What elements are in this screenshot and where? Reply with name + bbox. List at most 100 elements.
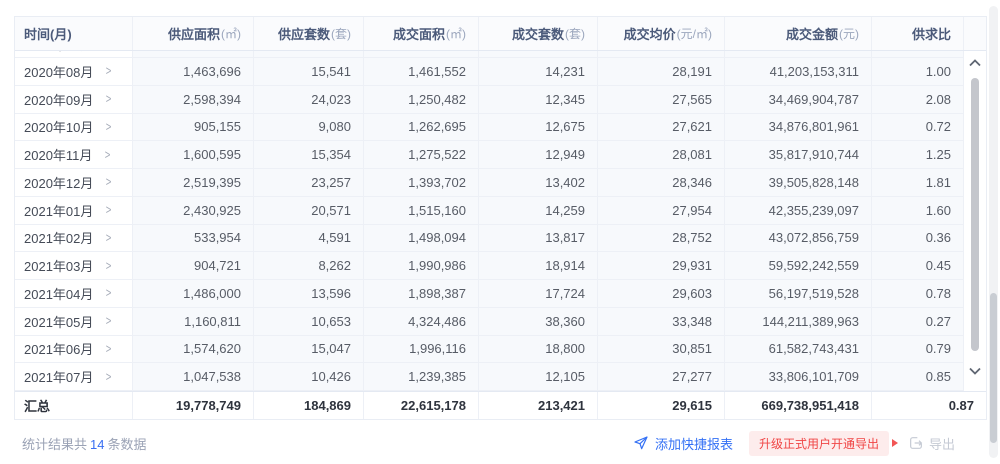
summary-label: 汇总 (15, 392, 133, 419)
month-cell[interactable]: 2020年11月> (15, 141, 133, 168)
value-cell: 39,505,828,148 (725, 169, 872, 196)
table-row[interactable]: 2020年12月>2,519,39523,2571,393,70213,4022… (15, 169, 964, 197)
chevron-down-icon[interactable] (964, 363, 986, 379)
value-cell: 33,806,101,709 (725, 363, 872, 390)
month-cell[interactable]: 2020年07月> (15, 51, 133, 58)
value-cell: 43,072,856,759 (725, 225, 872, 252)
column-header-unit: (㎡) (446, 25, 466, 42)
table-row[interactable]: 2021年03月>904,7218,2621,990,98618,91429,9… (15, 252, 964, 280)
table-row[interactable]: 2021年06月>1,574,62015,0471,996,11618,8003… (15, 336, 964, 364)
month-label: 2021年04月 (24, 284, 93, 303)
chevron-right-icon[interactable]: > (106, 231, 112, 246)
chevron-right-icon[interactable]: > (106, 120, 112, 135)
value-cell: 28,191 (598, 58, 725, 85)
chevron-right-icon[interactable]: > (105, 147, 111, 162)
table-row[interactable]: 2021年02月>533,9544,5911,498,09413,81728,7… (15, 225, 964, 253)
value-cell: 1,498,094 (364, 225, 479, 252)
chevron-right-icon[interactable]: > (106, 64, 112, 79)
chevron-right-icon[interactable]: > (106, 314, 112, 329)
value-cell: 2,519,395 (133, 169, 254, 196)
value-cell: 13,817 (479, 225, 598, 252)
table-row[interactable]: 2020年07月>, ,,, ,,,, , , (15, 51, 964, 58)
table-row[interactable]: 2021年05月>1,160,81110,6534,324,48638,3603… (15, 308, 964, 336)
quick-report-label: 添加快捷报表 (655, 434, 733, 453)
chevron-right-icon[interactable]: > (106, 342, 112, 357)
value-cell: 1.60 (872, 197, 964, 224)
value-cell: 27,621 (598, 114, 725, 141)
chevron-right-icon[interactable]: > (106, 51, 112, 52)
month-cell[interactable]: 2020年12月 > (15, 169, 133, 196)
value-cell: 14,231 (479, 58, 598, 85)
chevron-up-icon[interactable] (964, 55, 986, 71)
value-cell: , (254, 51, 364, 58)
column-header-label: 供求比 (912, 24, 951, 43)
value-cell: 1,486,000 (133, 280, 254, 307)
footer-actions: 添加快捷报表 升级正式用户开通导出 导出 (633, 431, 987, 456)
month-cell[interactable]: 2021年05月> (15, 308, 133, 335)
table-row[interactable]: 2021年07月>1,047,53810,4261,239,38512,1052… (15, 363, 964, 391)
table-row[interactable]: 2021年01月>2,430,92520,5711,515,16014,2592… (15, 197, 964, 225)
month-cell[interactable]: 2021年02月> (15, 225, 133, 252)
column-header-unit: (元) (839, 25, 859, 42)
send-icon (633, 435, 649, 451)
value-cell: 35,817,910,744 (725, 141, 872, 168)
value-cell: 1,600,595 (133, 141, 254, 168)
month-cell[interactable]: 2021年06月 > (15, 336, 133, 363)
table-scrollbar[interactable] (964, 51, 986, 391)
value-cell: 12,675 (479, 114, 598, 141)
stats-count-text: 统计结果共14条数据 (14, 434, 147, 453)
value-cell: 0.36 (872, 225, 964, 252)
column-header-deal-units: 成交套数(套) (479, 17, 598, 50)
chevron-right-icon[interactable]: > (106, 92, 112, 107)
table-row[interactable]: 2020年09月>2,598,39424,0231,250,48212,3452… (15, 86, 964, 114)
month-cell[interactable]: 2020年08月> (15, 58, 133, 85)
chevron-right-icon[interactable]: > (106, 203, 112, 218)
page-scrollbar-thumb[interactable] (990, 293, 997, 443)
chevron-right-icon[interactable]: > (106, 175, 112, 190)
table-row[interactable]: 2020年08月>1,463,69615,5411,461,55214,2312… (15, 58, 964, 86)
add-quick-report-button[interactable]: 添加快捷报表 (633, 434, 733, 453)
stats-table: 时间(月) 供应面积(㎡) 供应套数(套) 成交面积(㎡) 成交套数(套) 成交… (14, 16, 987, 420)
table-row[interactable]: 2020年11月>1,600,59515,3541,275,52212,9492… (15, 141, 964, 169)
export-button[interactable]: 导出 (908, 434, 955, 453)
partial-row-clipped[interactable]: 2020年07月>, ,,, ,,,, , , (15, 51, 964, 58)
column-header-label: 成交金额 (786, 24, 838, 43)
month-cell[interactable]: 2021年01月> (15, 197, 133, 224)
column-header-unit: (㎡) (221, 25, 241, 42)
month-label: 2021年06月 (24, 339, 93, 358)
month-cell[interactable]: 2021年04月 > (15, 280, 133, 307)
month-cell[interactable]: 2020年09月> (15, 86, 133, 113)
value-cell: 533,954 (133, 225, 254, 252)
value-cell: , , (133, 51, 254, 58)
value-cell: 13,402 (479, 169, 598, 196)
value-cell: 1.81 (872, 169, 964, 196)
value-cell: 30,851 (598, 336, 725, 363)
scrollbar-thumb[interactable] (971, 78, 979, 351)
column-header-label: 成交套数 (512, 24, 564, 43)
value-cell: 1,250,482 (364, 86, 479, 113)
month-cell[interactable]: 2021年07月> (15, 363, 133, 390)
table-row[interactable]: 2020年10月>905,1559,0801,262,69512,67527,6… (15, 114, 964, 142)
month-cell[interactable]: 2020年10月> (15, 114, 133, 141)
value-cell: 2,598,394 (133, 86, 254, 113)
value-cell: 9,080 (254, 114, 364, 141)
chevron-right-icon[interactable]: > (106, 286, 112, 301)
value-cell: 1,047,538 (133, 363, 254, 390)
value-cell: 20,571 (254, 197, 364, 224)
month-label: 2020年12月 (24, 173, 93, 192)
column-header-unit: (套) (331, 25, 351, 42)
chevron-right-icon[interactable]: > (106, 369, 112, 384)
value-cell: 41,203,153,311 (725, 58, 872, 85)
value-cell: 904,721 (133, 252, 254, 279)
value-cell: 12,105 (479, 363, 598, 390)
value-cell: 27,565 (598, 86, 725, 113)
table-row[interactable]: 2021年04月>1,486,00013,5961,898,38717,7242… (15, 280, 964, 308)
month-cell[interactable]: 2021年03月 > (15, 252, 133, 279)
export-label: 导出 (929, 434, 955, 453)
value-cell: 17,724 (479, 280, 598, 307)
chevron-right-icon[interactable]: > (106, 258, 112, 273)
month-label: 2021年03月 (24, 256, 93, 275)
stats-count: 14 (90, 437, 104, 452)
value-cell (872, 51, 964, 58)
value-cell: 0.79 (872, 336, 964, 363)
